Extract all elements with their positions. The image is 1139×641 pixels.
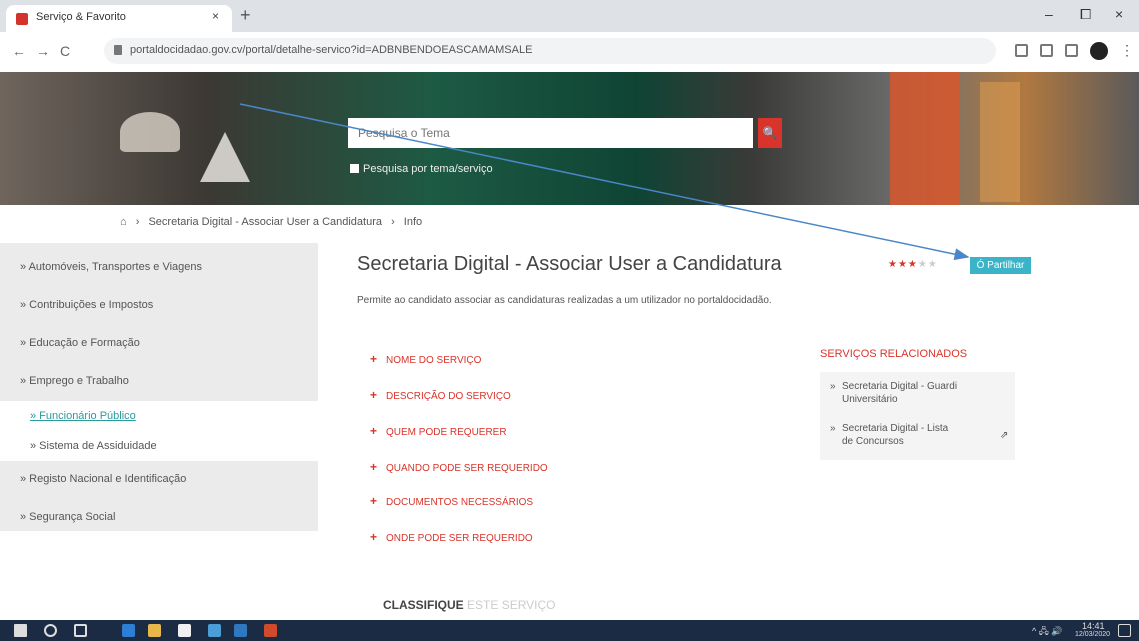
notification-icon[interactable] <box>1118 624 1131 637</box>
clock-time[interactable]: 14:41 <box>1082 621 1105 631</box>
mail-icon[interactable] <box>208 624 221 637</box>
system-tray-icons[interactable]: ^ 🖧 🔊 <box>1032 624 1062 640</box>
file-explorer-icon[interactable] <box>148 624 161 637</box>
os-taskbar: ^ 🖧 🔊 14:41 12/03/2020 <box>0 620 1139 641</box>
store-icon[interactable] <box>178 624 191 637</box>
word-icon[interactable] <box>234 624 247 637</box>
edge-icon[interactable] <box>122 624 135 637</box>
arrow-line <box>239 103 970 261</box>
clock-date[interactable]: 12/03/2020 <box>1075 631 1110 638</box>
task-view-icon[interactable] <box>74 624 87 637</box>
annotation-arrow <box>239 103 970 261</box>
windows-start-icon[interactable] <box>14 624 27 637</box>
chrome-icon[interactable] <box>264 624 277 637</box>
search-icon[interactable] <box>44 624 57 637</box>
